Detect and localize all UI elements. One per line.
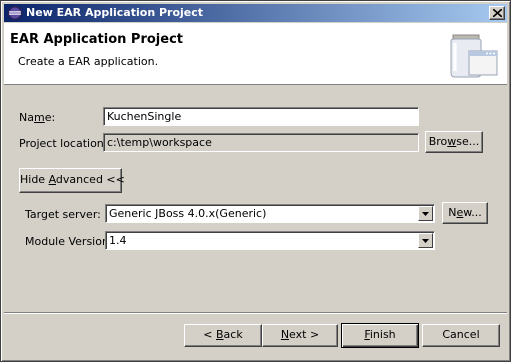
new-server-button[interactable]: New... (442, 202, 488, 224)
dialog-window: New EAR Application Project EAR Applicat… (0, 0, 511, 362)
target-server-dropdown-button[interactable] (418, 206, 433, 221)
next-button[interactable]: Next > (262, 324, 338, 347)
title-bar[interactable]: New EAR Application Project (4, 4, 507, 22)
banner-description: Create a EAR application. (18, 55, 159, 68)
module-version-label: Module Version: (25, 235, 113, 248)
chevron-down-icon (422, 239, 429, 243)
close-button[interactable] (489, 6, 505, 20)
hide-advanced-button[interactable]: Hide Advanced << (19, 168, 125, 193)
name-field[interactable]: KuchenSingle (103, 107, 419, 126)
wizard-banner: EAR Application Project Create a EAR app… (4, 23, 507, 85)
project-location-field: c:\temp\workspace (103, 133, 419, 152)
target-server-label: Target server: (25, 208, 101, 221)
module-version-dropdown-button[interactable] (418, 233, 433, 248)
browse-button[interactable]: Browse... (425, 131, 483, 153)
name-label: Name: (19, 111, 56, 124)
target-server-value: Generic JBoss 4.0.x(Generic) (109, 207, 267, 220)
project-location-label: Project location: (19, 137, 108, 150)
banner-title: EAR Application Project (10, 32, 183, 47)
back-button[interactable]: < Back (184, 324, 262, 347)
module-version-select[interactable]: 1.4 (105, 231, 435, 250)
close-icon (493, 9, 502, 17)
cancel-button[interactable]: Cancel (422, 324, 500, 347)
footer-separator-highlight (4, 313, 507, 314)
target-server-select[interactable]: Generic JBoss 4.0.x(Generic) (105, 204, 435, 223)
finish-button[interactable]: Finish (341, 323, 419, 348)
chevron-down-icon (422, 212, 429, 216)
jar-window-icon (450, 34, 498, 78)
module-version-value: 1.4 (109, 234, 127, 247)
window-title: New EAR Application Project (26, 6, 204, 19)
eclipse-icon (8, 6, 22, 20)
